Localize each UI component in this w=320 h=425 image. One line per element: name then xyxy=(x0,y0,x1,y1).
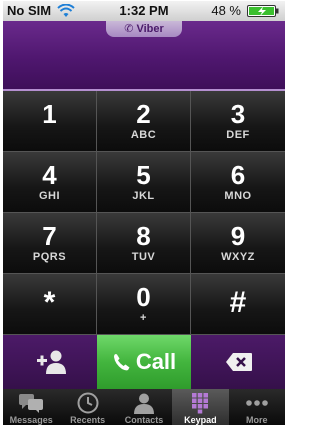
key-letters: + xyxy=(140,312,147,324)
key-2[interactable]: 2 ABC xyxy=(97,91,191,152)
backspace-icon xyxy=(226,353,252,371)
action-row: Call xyxy=(3,335,285,389)
key-6[interactable]: 6 MNO xyxy=(191,152,285,213)
clock-icon xyxy=(77,392,99,414)
key-digit: 8 xyxy=(136,221,151,251)
tab-bar: Messages Recents Contacts Keypad More xyxy=(3,389,285,425)
key-digit: 1 xyxy=(42,99,57,129)
key-digit: 0 xyxy=(136,282,151,312)
battery-percent: 48 % xyxy=(211,3,241,18)
key-hash[interactable]: # xyxy=(191,274,285,335)
keypad-icon xyxy=(192,393,209,414)
key-letters: MNO xyxy=(224,190,252,202)
key-digit: 4 xyxy=(42,160,57,190)
viber-header: ✆ Viber xyxy=(3,21,285,91)
tab-label: Messages xyxy=(9,415,53,425)
messages-icon xyxy=(19,394,44,413)
key-letters: PQRS xyxy=(32,251,67,263)
viber-brand-tab: ✆ Viber xyxy=(106,21,182,37)
key-digit: 6 xyxy=(230,160,246,190)
key-letters: GHI xyxy=(38,190,61,202)
tab-more[interactable]: More xyxy=(229,389,285,425)
key-digit: 9 xyxy=(230,221,246,251)
tab-label: Contacts xyxy=(124,415,164,425)
key-0[interactable]: 0 + xyxy=(97,274,191,335)
app-name: Viber xyxy=(136,23,164,35)
more-icon xyxy=(245,400,268,406)
key-7[interactable]: 7 PQRS xyxy=(3,213,97,274)
key-letters: ABC xyxy=(130,129,157,141)
tab-label: Recents xyxy=(70,415,106,425)
key-digit: 5 xyxy=(136,160,151,190)
key-4[interactable]: 4 GHI xyxy=(3,152,97,213)
key-letters: WXYZ xyxy=(221,251,255,263)
tab-label: Keypad xyxy=(184,415,217,425)
phone-screen: No SIM 1:32 PM 48 % ✆ Viber 1 2 ABC 3 DE… xyxy=(3,1,285,425)
key-digit: 7 xyxy=(42,221,57,251)
key-letters: DEF xyxy=(226,129,250,141)
tab-contacts[interactable]: Contacts xyxy=(116,389,172,425)
person-icon xyxy=(133,393,154,414)
status-bar: No SIM 1:32 PM 48 % xyxy=(3,1,285,22)
tab-recents[interactable]: Recents xyxy=(59,389,115,425)
key-8[interactable]: 8 TUV xyxy=(97,213,191,274)
key-digit: * xyxy=(43,286,56,319)
phone-icon: ✆ xyxy=(124,23,134,35)
add-contact-icon xyxy=(37,350,66,374)
call-button[interactable]: Call xyxy=(97,335,191,389)
dial-keypad: 1 2 ABC 3 DEF 4 GHI 5 JKL 6 MNO 7 PQRS 8 xyxy=(3,91,285,335)
battery-charging-icon xyxy=(247,5,279,17)
key-letters: JKL xyxy=(132,190,155,202)
key-digit: # xyxy=(229,286,247,319)
key-1[interactable]: 1 xyxy=(3,91,97,152)
delete-button[interactable] xyxy=(191,335,285,389)
tab-keypad[interactable]: Keypad xyxy=(172,389,229,425)
key-letters: TUV xyxy=(131,251,156,263)
key-digit: 2 xyxy=(136,99,151,129)
tab-messages[interactable]: Messages xyxy=(3,389,59,425)
tab-label: More xyxy=(246,415,268,425)
key-3[interactable]: 3 DEF xyxy=(191,91,285,152)
status-time: 1:32 PM xyxy=(119,3,169,18)
key-5[interactable]: 5 JKL xyxy=(97,152,191,213)
key-digit: 3 xyxy=(230,99,246,129)
call-label: Call xyxy=(135,349,177,374)
key-star[interactable]: * xyxy=(3,274,97,335)
add-contact-button[interactable] xyxy=(3,335,97,389)
key-9[interactable]: 9 WXYZ xyxy=(191,213,285,274)
phone-icon xyxy=(113,354,130,371)
